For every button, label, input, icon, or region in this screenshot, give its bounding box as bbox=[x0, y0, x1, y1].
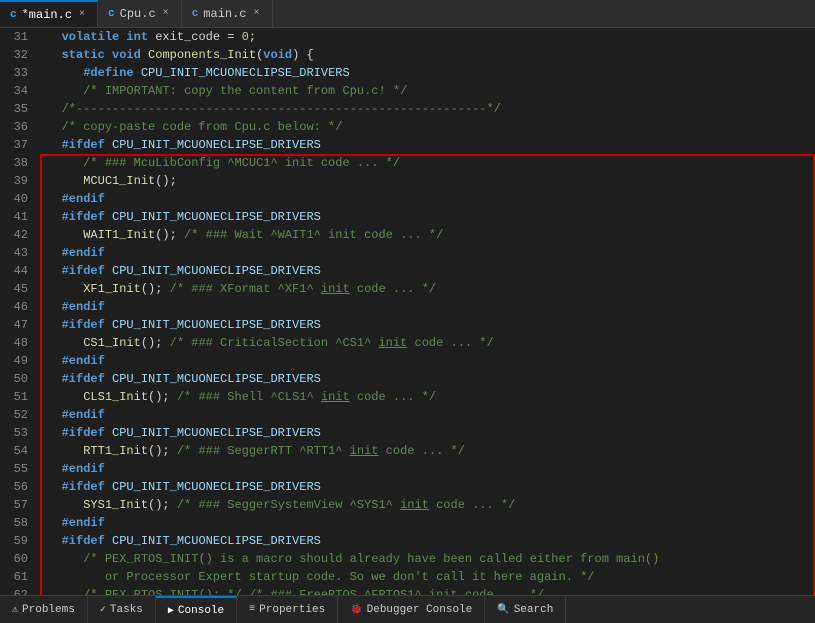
problems-icon: ⚠ bbox=[12, 604, 18, 616]
line-numbers: 3132333435363738394041424344454647484950… bbox=[0, 28, 36, 595]
code-line: XF1_Init(); /* ### XFormat ^XF1^ init co… bbox=[40, 280, 815, 298]
c-file-icon: c bbox=[192, 8, 199, 20]
code-line: #ifdef CPU_INIT_MCUONECLIPSE_DRIVERS bbox=[40, 262, 815, 280]
code-line: #ifdef CPU_INIT_MCUONECLIPSE_DRIVERS bbox=[40, 208, 815, 226]
code-line: CS1_Init(); /* ### CriticalSection ^CS1^… bbox=[40, 334, 815, 352]
code-line: #ifdef CPU_INIT_MCUONECLIPSE_DRIVERS bbox=[40, 316, 815, 334]
properties-icon: ≡ bbox=[249, 604, 255, 615]
code-line: /* PEX_RTOS_INIT(); */ /* ### FreeRTOS ^… bbox=[40, 586, 815, 595]
code-line: static void Components_Init(void) { bbox=[40, 46, 815, 64]
code-line: /* PEX_RTOS_INIT() is a macro should alr… bbox=[40, 550, 815, 568]
c-file-icon: c bbox=[108, 8, 115, 20]
tab-bar: c *main.c × c Cpu.c × c main.c × bbox=[0, 0, 815, 28]
console-label: Console bbox=[178, 605, 224, 617]
code-line: #define CPU_INIT_MCUONECLIPSE_DRIVERS bbox=[40, 64, 815, 82]
tab-tasks[interactable]: ✓ Tasks bbox=[88, 596, 156, 623]
tab-close-button[interactable]: × bbox=[161, 8, 171, 19]
code-line: #endif bbox=[40, 190, 815, 208]
search-label: Search bbox=[514, 604, 554, 616]
code-line: MCUC1_Init(); bbox=[40, 172, 815, 190]
code-line: #ifdef CPU_INIT_MCUONECLIPSE_DRIVERS bbox=[40, 532, 815, 550]
tasks-label: Tasks bbox=[110, 604, 143, 616]
tab-cpu-c[interactable]: c Cpu.c × bbox=[98, 0, 182, 27]
code-line: RTT1_Init(); /* ### SeggerRTT ^RTT1^ ini… bbox=[40, 442, 815, 460]
code-line: #ifdef CPU_INIT_MCUONECLIPSE_DRIVERS bbox=[40, 424, 815, 442]
code-line: or Processor Expert startup code. So we … bbox=[40, 568, 815, 586]
code-line: #ifdef CPU_INIT_MCUONECLIPSE_DRIVERS bbox=[40, 136, 815, 154]
search-icon: 🔍 bbox=[497, 604, 509, 616]
tab-close-button[interactable]: × bbox=[77, 9, 87, 20]
tab-label: Cpu.c bbox=[120, 7, 156, 21]
bottom-bar: ⚠ Problems ✓ Tasks ▶ Console ≡ Propertie… bbox=[0, 595, 815, 623]
code-editor: 3132333435363738394041424344454647484950… bbox=[0, 28, 815, 595]
code-line: #endif bbox=[40, 406, 815, 424]
c-file-icon: c bbox=[10, 9, 17, 21]
debugger-icon: 🐞 bbox=[350, 604, 362, 616]
code-line: #endif bbox=[40, 514, 815, 532]
tab-main-c[interactable]: c main.c × bbox=[182, 0, 273, 27]
code-line: CLS1_Init(); /* ### Shell ^CLS1^ init co… bbox=[40, 388, 815, 406]
tab-main-c-modified[interactable]: c *main.c × bbox=[0, 0, 98, 27]
tab-close-button[interactable]: × bbox=[252, 8, 262, 19]
tab-debugger-console[interactable]: 🐞 Debugger Console bbox=[338, 596, 485, 623]
tab-console[interactable]: ▶ Console bbox=[156, 596, 237, 623]
code-line: #endif bbox=[40, 352, 815, 370]
tab-properties[interactable]: ≡ Properties bbox=[237, 596, 338, 623]
code-line: /* copy-paste code from Cpu.c below: */ bbox=[40, 118, 815, 136]
tab-label: *main.c bbox=[22, 8, 72, 22]
code-line: WAIT1_Init(); /* ### Wait ^WAIT1^ init c… bbox=[40, 226, 815, 244]
code-line: #endif bbox=[40, 460, 815, 478]
code-line: #ifdef CPU_INIT_MCUONECLIPSE_DRIVERS bbox=[40, 478, 815, 496]
tab-search[interactable]: 🔍 Search bbox=[485, 596, 566, 623]
problems-label: Problems bbox=[22, 604, 75, 616]
debugger-console-label: Debugger Console bbox=[367, 604, 473, 616]
code-line: /* IMPORTANT: copy the content from Cpu.… bbox=[40, 82, 815, 100]
code-content[interactable]: volatile int exit_code = 0; static void … bbox=[36, 28, 815, 595]
code-line: volatile int exit_code = 0; bbox=[40, 28, 815, 46]
tab-problems[interactable]: ⚠ Problems bbox=[0, 596, 88, 623]
code-line: #endif bbox=[40, 244, 815, 262]
code-line: /*--------------------------------------… bbox=[40, 100, 815, 118]
tab-label: main.c bbox=[203, 7, 246, 21]
code-line: #endif bbox=[40, 298, 815, 316]
code-line: SYS1_Init(); /* ### SeggerSystemView ^SY… bbox=[40, 496, 815, 514]
code-line: /* ### McuLibConfig ^MCUC1^ init code ..… bbox=[40, 154, 815, 172]
properties-label: Properties bbox=[259, 604, 325, 616]
code-line: #ifdef CPU_INIT_MCUONECLIPSE_DRIVERS bbox=[40, 370, 815, 388]
console-icon: ▶ bbox=[168, 605, 174, 617]
tasks-icon: ✓ bbox=[100, 604, 106, 616]
